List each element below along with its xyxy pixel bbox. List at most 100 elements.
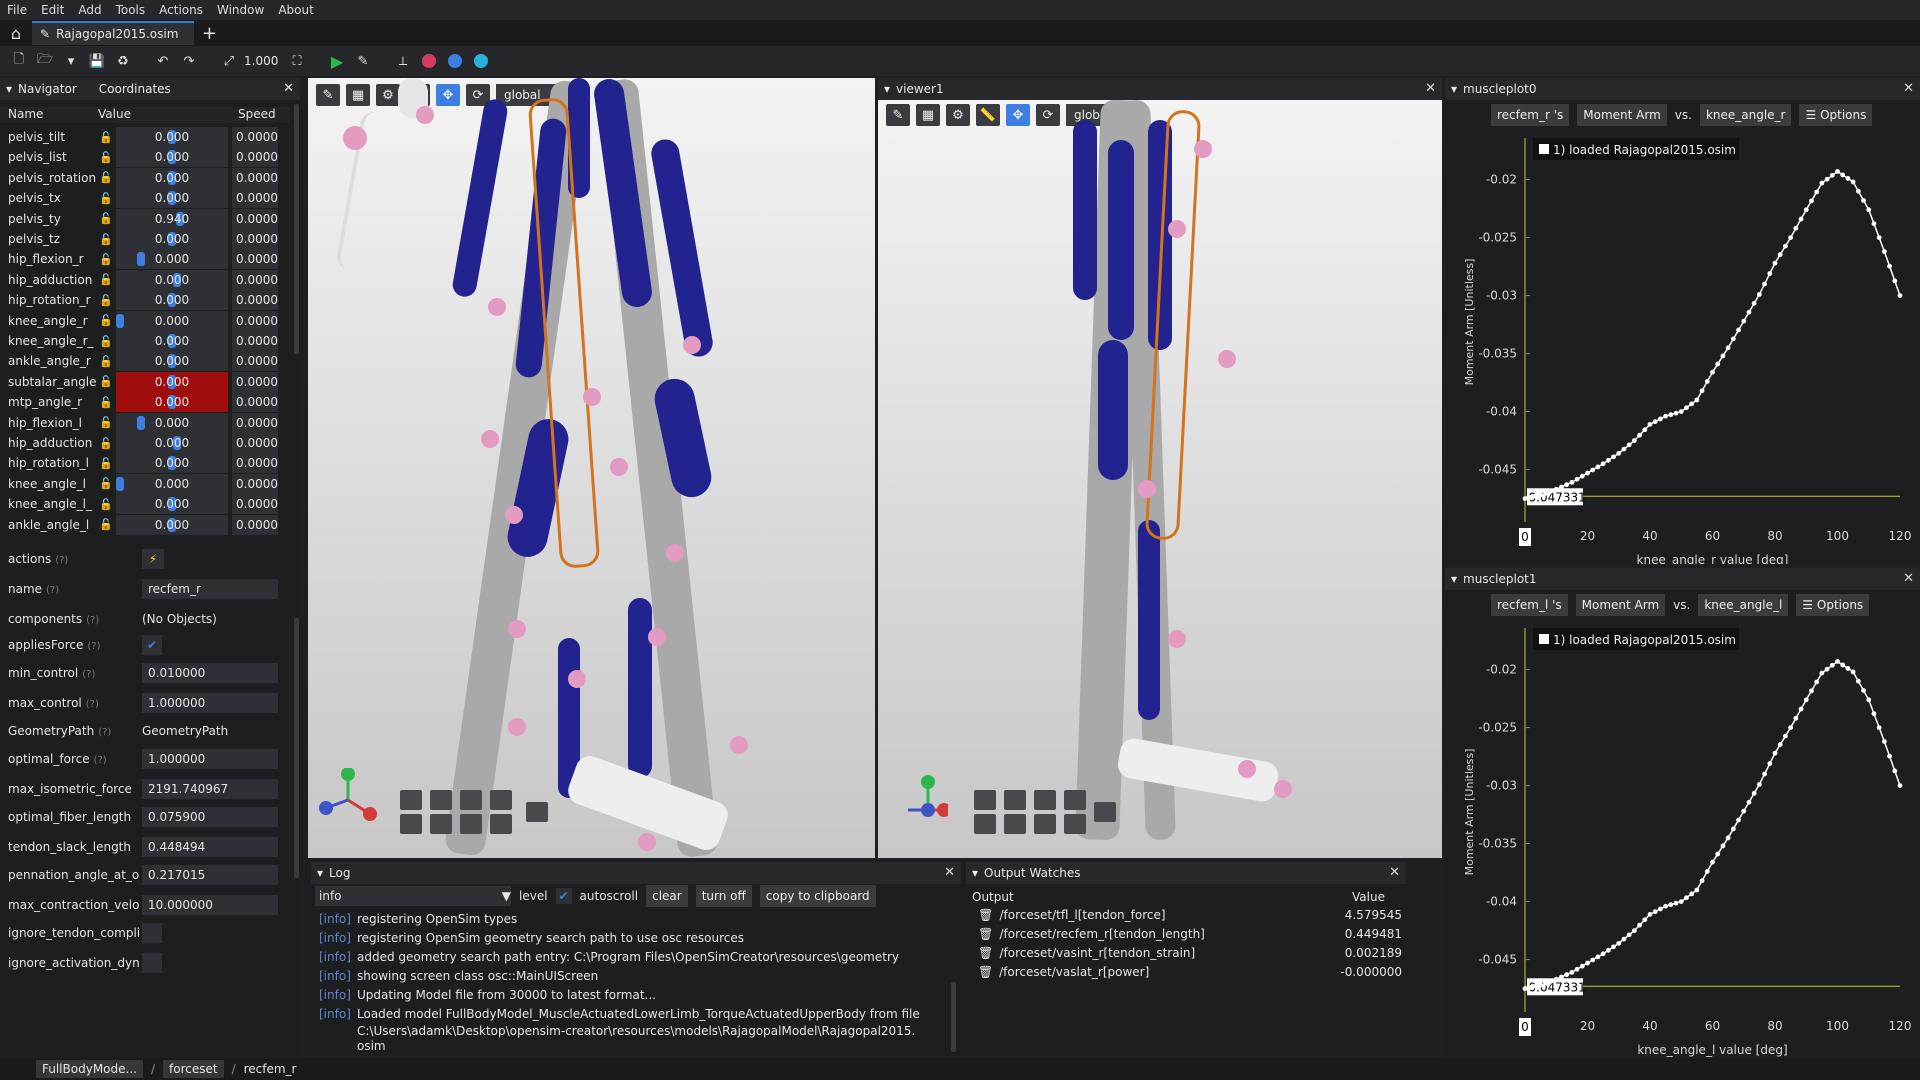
- coordinate-speed[interactable]: 0.0000: [232, 229, 278, 249]
- lock-icon[interactable]: 🔓: [96, 457, 116, 470]
- coordinate-value-slider[interactable]: 0.000: [116, 473, 228, 494]
- property-checkbox[interactable]: [142, 923, 162, 943]
- coordinate-speed[interactable]: 0.0000: [232, 208, 278, 229]
- coordinate-selector[interactable]: knee_angle_r: [1699, 104, 1792, 126]
- sphere-icon[interactable]: [470, 50, 492, 72]
- close-icon[interactable]: ✕: [944, 865, 955, 880]
- add-frame-icon[interactable]: ⟂: [392, 50, 414, 72]
- options-button[interactable]: ☰ Options: [1796, 594, 1870, 616]
- simulate-play-icon[interactable]: ▶: [326, 50, 348, 72]
- muscle-selector[interactable]: recfem_r 's: [1491, 104, 1570, 126]
- lock-icon[interactable]: 🔓: [96, 375, 116, 388]
- coordinate-selector[interactable]: knee_angle_l: [1698, 594, 1789, 616]
- property-value-input[interactable]: 0.010000: [142, 663, 278, 683]
- fit-expand-icon[interactable]: ⛶: [286, 50, 308, 72]
- coordinate-speed[interactable]: 0.0000: [232, 453, 278, 474]
- coordinate-speed[interactable]: 0.0000: [232, 433, 278, 453]
- help-marker[interactable]: (?): [98, 727, 111, 738]
- zoom-out-button[interactable]: [1064, 814, 1086, 834]
- breadcrumb-model[interactable]: FullBodyMode...: [36, 1060, 143, 1078]
- coordinate-value-slider[interactable]: 0.000: [116, 269, 228, 290]
- property-value-input[interactable]: 1.000000: [142, 749, 278, 769]
- coordinate-value-slider[interactable]: 0.000: [116, 167, 228, 188]
- camera-view-button[interactable]: [1034, 790, 1056, 810]
- scene-grid-icon[interactable]: ▦: [346, 84, 370, 106]
- home-tab-icon[interactable]: ⌂: [0, 20, 32, 46]
- rotate-icon[interactable]: ⟳: [1036, 104, 1060, 126]
- coordinate-speed[interactable]: 0.0000: [232, 167, 278, 188]
- gear-icon[interactable]: ⚙: [376, 84, 400, 106]
- viewer1-3d-viewport[interactable]: ✎ ▦ ⚙ 📏 ✥ ⟳ global▼: [878, 100, 1442, 858]
- coordinate-value-slider[interactable]: 0.000: [116, 310, 228, 331]
- coordinate-value-slider[interactable]: 0.000: [116, 392, 228, 413]
- close-icon[interactable]: ✕: [283, 81, 294, 96]
- camera-view-button[interactable]: [460, 814, 482, 834]
- property-value-input[interactable]: 10.000000: [142, 895, 278, 915]
- zoom-in-button[interactable]: [1064, 790, 1086, 810]
- collapse-chevron-icon[interactable]: ▾: [1451, 572, 1457, 586]
- open-folder-icon[interactable]: 🗁: [34, 50, 56, 72]
- collapse-chevron-icon[interactable]: ▾: [972, 866, 978, 880]
- collapse-chevron-icon[interactable]: ▾: [317, 866, 323, 880]
- trash-icon[interactable]: 🗑: [972, 908, 999, 922]
- help-marker[interactable]: (?): [46, 585, 59, 596]
- help-marker[interactable]: (?): [94, 755, 107, 766]
- translate-icon[interactable]: ✥: [1006, 104, 1030, 126]
- coordinate-speed[interactable]: 0.0000: [232, 147, 278, 168]
- coordinate-value-slider[interactable]: 0.000: [116, 229, 228, 249]
- menu-about[interactable]: About: [271, 3, 320, 17]
- properties-scrollbar[interactable]: [294, 618, 299, 878]
- collapse-chevron-icon[interactable]: ▾: [6, 82, 12, 96]
- muscle-selector[interactable]: recfem_l 's: [1491, 594, 1568, 616]
- lock-icon[interactable]: 🔓: [96, 192, 116, 205]
- lock-icon[interactable]: 🔓: [96, 355, 116, 368]
- tab-coordinates[interactable]: Coordinates: [99, 82, 171, 96]
- level-dropdown[interactable]: info ▼: [315, 886, 511, 906]
- menu-actions[interactable]: Actions: [152, 3, 210, 17]
- ruler-icon[interactable]: 📏: [976, 104, 1000, 126]
- coordinate-speed[interactable]: 0.0000: [232, 412, 278, 433]
- record-icon[interactable]: [418, 50, 440, 72]
- coordinate-value-slider[interactable]: 0.000: [116, 249, 228, 270]
- lock-icon[interactable]: 🔓: [96, 314, 116, 327]
- coordinate-value-slider[interactable]: 0.000: [116, 331, 228, 351]
- property-value-input[interactable]: 0.217015: [142, 865, 278, 885]
- slider-grab[interactable]: [116, 313, 124, 328]
- coordinate-value-slider[interactable]: 0.000: [116, 127, 228, 147]
- new-file-icon[interactable]: 🗋: [8, 50, 30, 72]
- coordinate-speed[interactable]: 0.0000: [232, 351, 278, 372]
- camera-view-button[interactable]: [1004, 790, 1026, 810]
- zoom-value[interactable]: 1.000: [244, 54, 282, 68]
- muscleplot1-chart[interactable]: -0.02 -0.025 -0.03 -0.035 -0.04 -0.045 20 40 60 8…: [1445, 618, 1920, 1058]
- camera-view-button[interactable]: [430, 790, 452, 810]
- zoom-in-button[interactable]: [490, 790, 512, 810]
- autofocus-button[interactable]: [526, 802, 548, 822]
- lock-icon[interactable]: 🔓: [96, 498, 116, 511]
- camera-view-button[interactable]: [460, 790, 482, 810]
- options-button[interactable]: ☰ Options: [1799, 104, 1873, 126]
- coordinate-value-slider[interactable]: 0.000: [116, 188, 228, 209]
- lock-icon[interactable]: 🔓: [96, 212, 116, 225]
- muscle-styling-icon[interactable]: ✎: [316, 84, 340, 106]
- lock-icon[interactable]: 🔓: [96, 335, 116, 348]
- property-value-input[interactable]: 2191.740967: [142, 779, 278, 799]
- coordinate-speed[interactable]: 0.0000: [232, 310, 278, 331]
- help-marker[interactable]: (?): [55, 555, 68, 566]
- property-value-input[interactable]: 0.448494: [142, 837, 278, 857]
- trash-icon[interactable]: 🗑: [972, 946, 999, 960]
- coordinate-speed[interactable]: 0.0000: [232, 494, 278, 515]
- autoscroll-checkbox[interactable]: ✔: [555, 888, 572, 904]
- coordinate-speed[interactable]: 0.0000: [232, 371, 278, 392]
- coordinate-value-slider[interactable]: 0.000: [116, 514, 228, 535]
- help-marker[interactable]: (?): [86, 699, 99, 710]
- close-icon[interactable]: ✕: [1389, 865, 1400, 880]
- camera-view-button[interactable]: [1004, 814, 1026, 834]
- trash-icon[interactable]: 🗑: [972, 965, 999, 979]
- menu-tools[interactable]: Tools: [109, 3, 153, 17]
- close-icon[interactable]: ✕: [1425, 81, 1436, 96]
- coordinate-value-slider[interactable]: 0.000: [116, 494, 228, 515]
- coordinate-speed[interactable]: 0.0000: [232, 514, 278, 535]
- log-scrollbar[interactable]: [951, 982, 956, 1052]
- property-value-input[interactable]: 1.000000: [142, 693, 278, 713]
- camera-view-button[interactable]: [430, 814, 452, 834]
